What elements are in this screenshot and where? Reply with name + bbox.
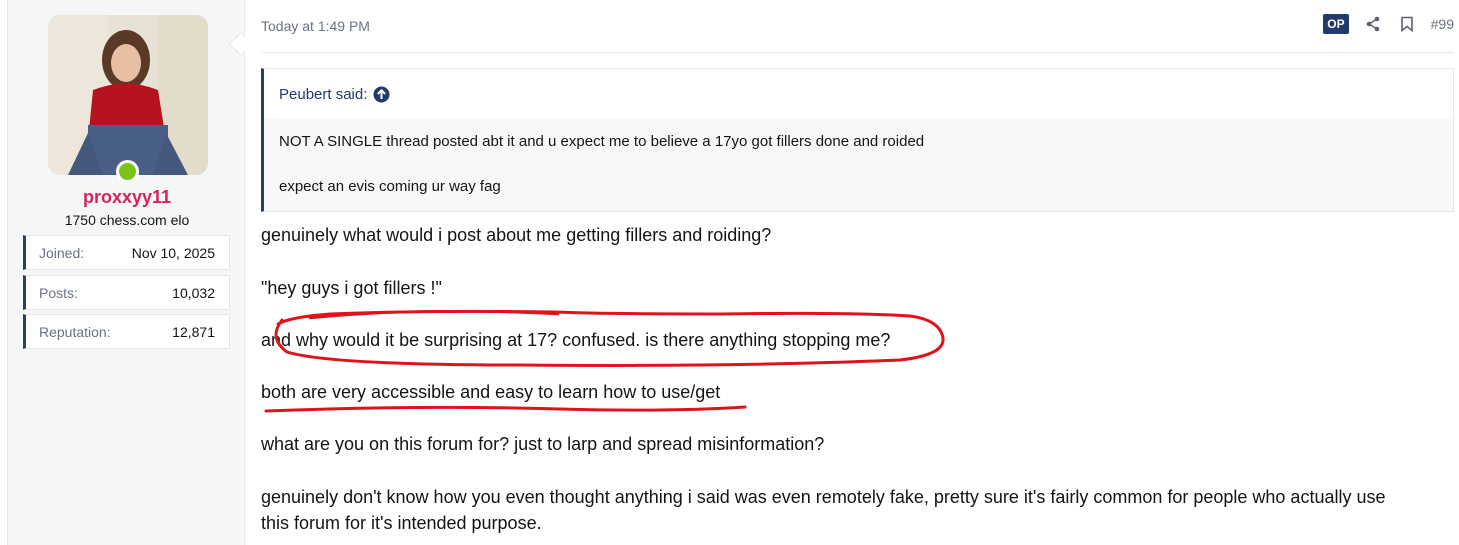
post-body-line: both are very accessible and easy to lea… — [261, 382, 721, 402]
op-badge: OP — [1323, 14, 1349, 34]
annotation-ellipse-tail — [308, 310, 560, 320]
stat-label: Posts: — [39, 284, 78, 301]
online-status-indicator — [116, 160, 139, 183]
user-title: 1750 chess.com elo — [64, 212, 190, 228]
user-stat-reputation: Reputation: 12,871 — [23, 314, 230, 349]
quote-line: expect an evis coming ur way fag — [279, 178, 501, 195]
quote-author[interactable]: Peubert said: — [279, 86, 367, 103]
post-actions: OP #99 — [1323, 14, 1454, 34]
quote-content: NOT A SINGLE thread posted abt it and u … — [264, 119, 1453, 197]
quote-block: Peubert said: NOT A SINGLE thread posted… — [261, 68, 1454, 212]
user-stat-posts: Posts: 10,032 — [23, 275, 230, 310]
post-body-line: what are you on this forum for? just to … — [261, 434, 825, 454]
avatar-image[interactable] — [48, 15, 208, 175]
post-body-line: genuinely what would i post about me get… — [261, 225, 772, 245]
stat-value[interactable]: 10,032 — [172, 285, 215, 301]
user-sidebar: proxxyy11 1750 chess.com elo Joined: Nov… — [7, 0, 245, 545]
post-date-link[interactable]: Today at 1:49 PM — [261, 18, 370, 34]
post-body-line: genuinely don't know how you even though… — [261, 487, 1386, 507]
post-body-line: "hey guys i got fillers !" — [261, 278, 442, 298]
quote-line: NOT A SINGLE thread posted abt it and u … — [279, 133, 925, 150]
stat-value: 12,871 — [172, 323, 215, 340]
annotation-underline — [264, 405, 747, 413]
username-link[interactable]: proxxyy11 — [8, 187, 246, 208]
avatar[interactable] — [48, 15, 208, 183]
post-number-link[interactable]: #99 — [1431, 16, 1454, 32]
share-icon[interactable] — [1363, 14, 1383, 34]
header-divider — [261, 52, 1454, 53]
quote-header: Peubert said: — [264, 69, 1453, 119]
bookmark-icon[interactable] — [1397, 14, 1417, 34]
quote-jump-icon[interactable] — [373, 86, 390, 103]
post-body-line: this forum for it's intended purpose. — [261, 513, 542, 533]
stat-label: Reputation: — [39, 323, 111, 340]
stat-label: Joined: — [39, 244, 85, 261]
post-body-line: and why would it be surprising at 17? co… — [261, 330, 891, 350]
user-stat-joined: Joined: Nov 10, 2025 — [23, 235, 230, 270]
stat-value: Nov 10, 2025 — [131, 244, 215, 261]
